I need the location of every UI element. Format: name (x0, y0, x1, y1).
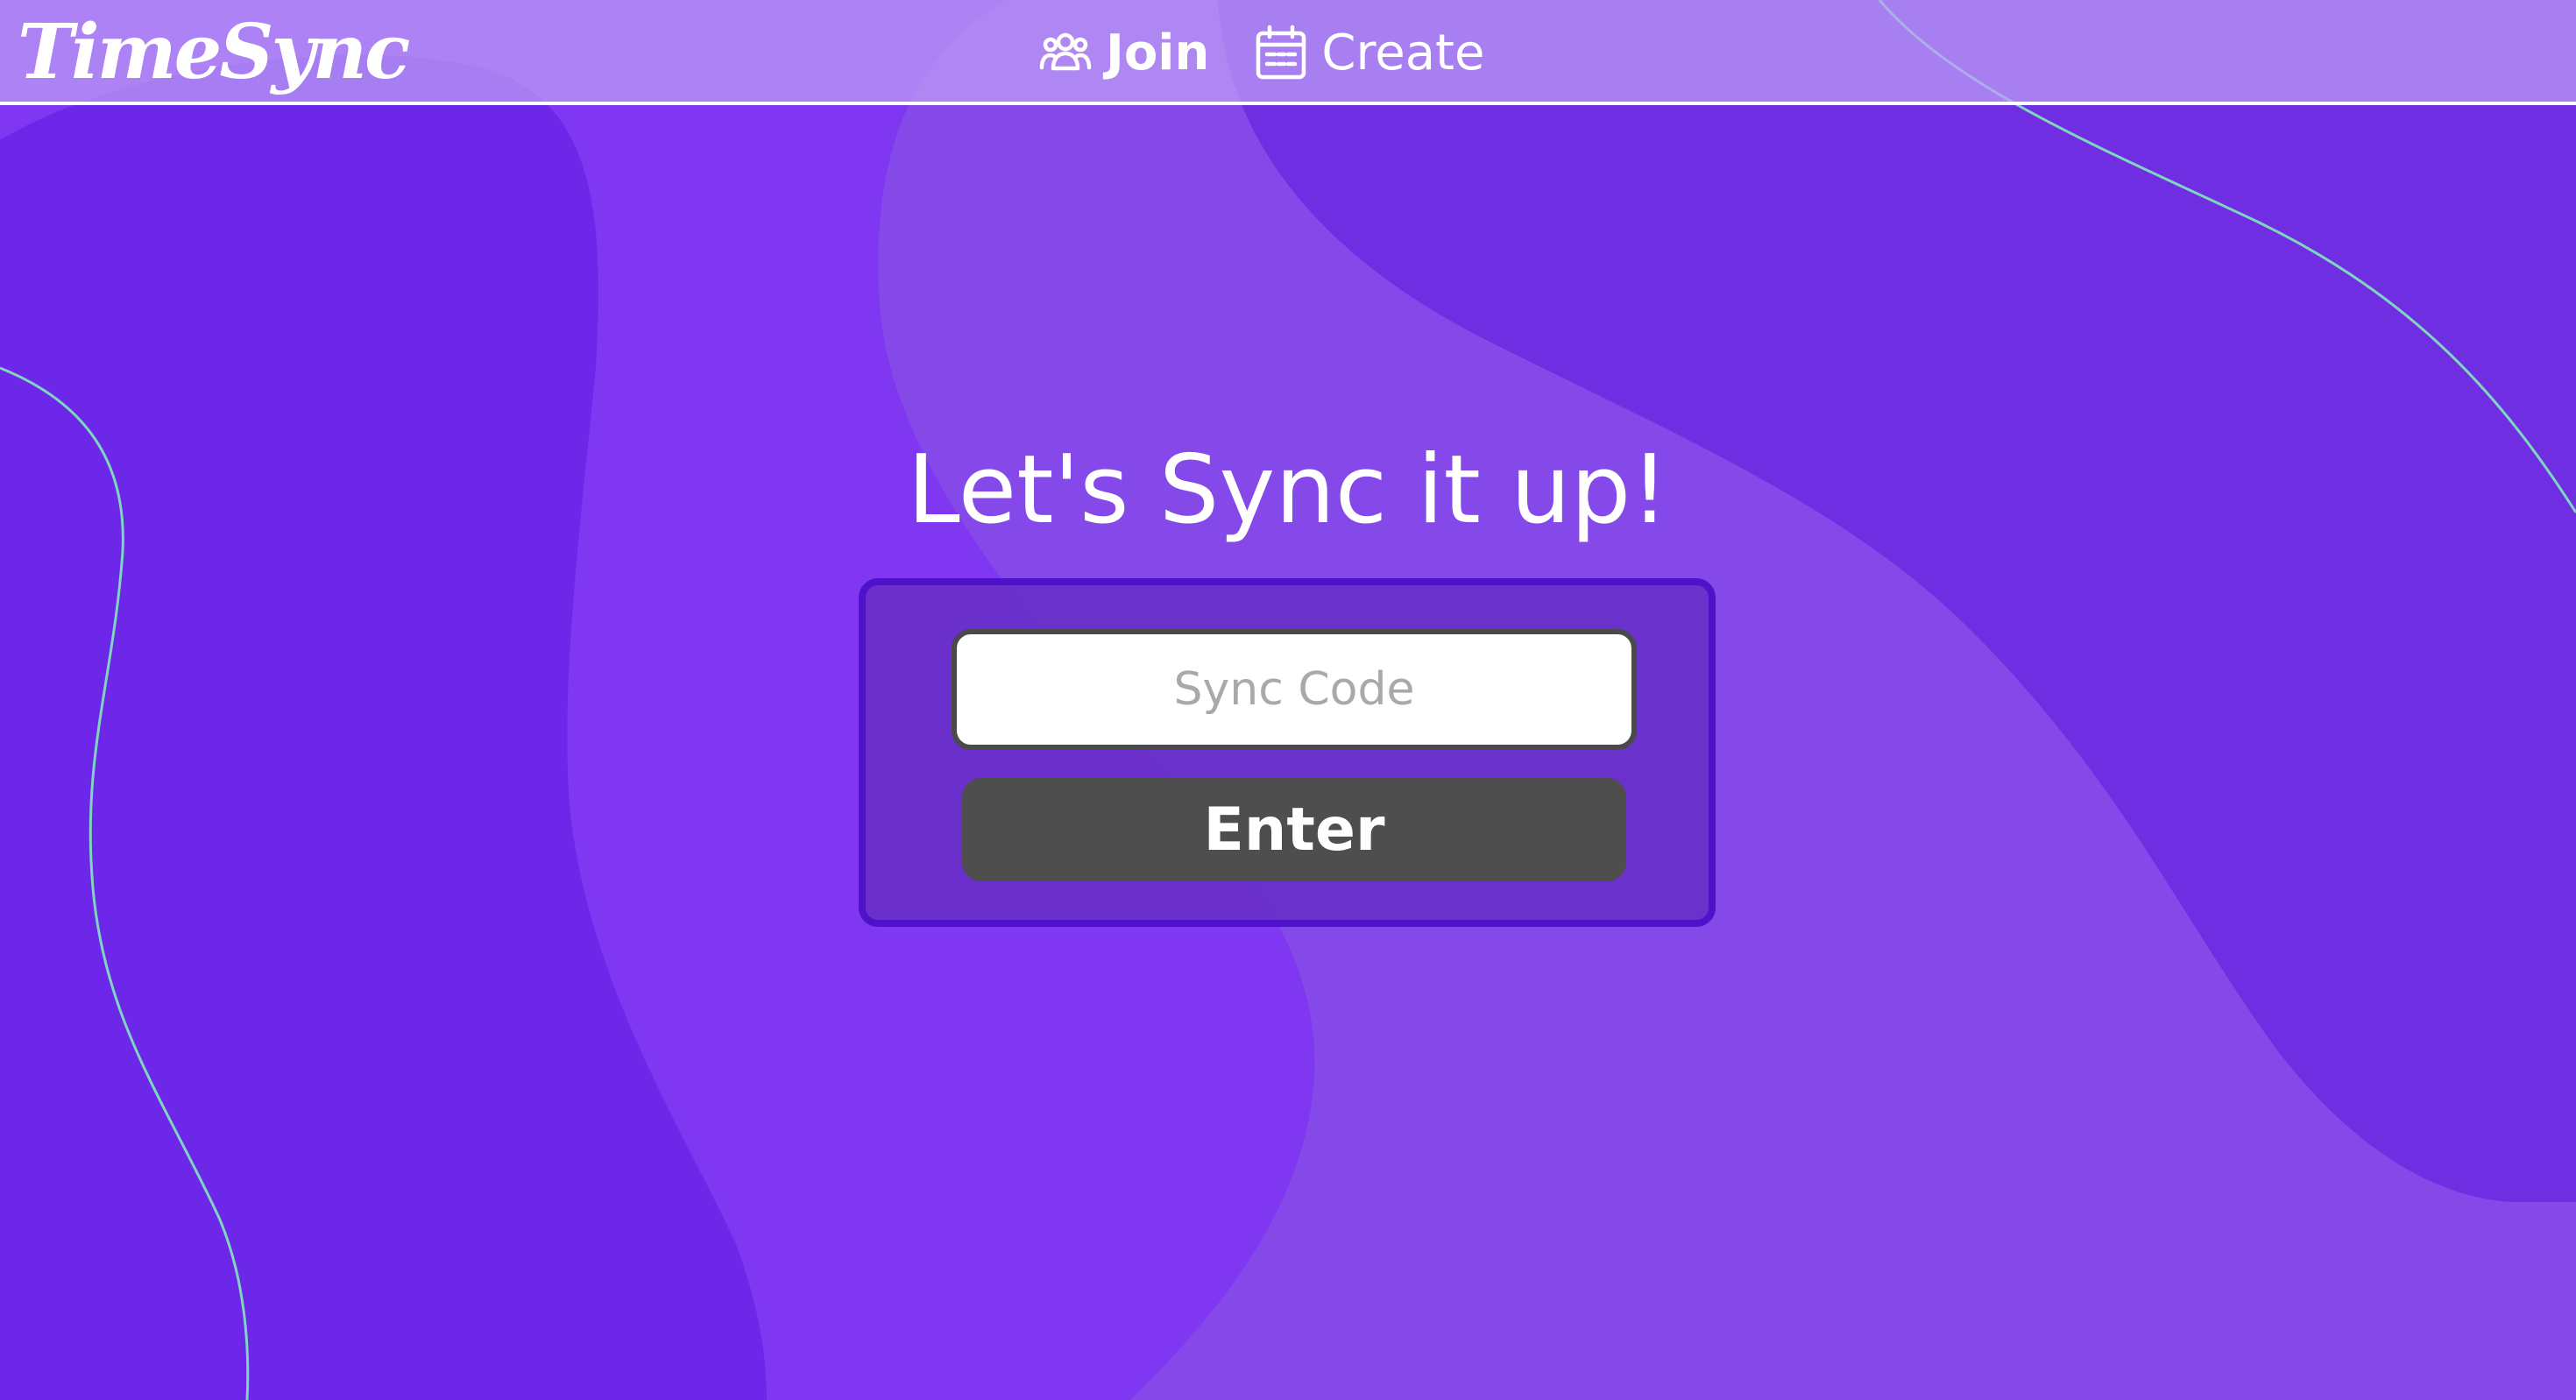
users-icon (1034, 21, 1097, 84)
join-card: Enter (859, 578, 1716, 927)
nav-join-link[interactable]: Join (1034, 21, 1209, 84)
calendar-icon (1249, 21, 1313, 84)
nav-join-label: Join (1106, 24, 1210, 81)
sync-code-input[interactable] (952, 629, 1637, 750)
app-logo[interactable]: TimeSync (18, 2, 410, 103)
enter-button[interactable]: Enter (962, 778, 1626, 881)
nav-create-link[interactable]: Create (1249, 21, 1484, 84)
page-title: Let's Sync it up! (907, 435, 1669, 545)
nav-create-label: Create (1321, 24, 1485, 81)
navbar: TimeSync Join Create (0, 0, 2576, 105)
nav-links: Join Create (1034, 16, 1484, 89)
